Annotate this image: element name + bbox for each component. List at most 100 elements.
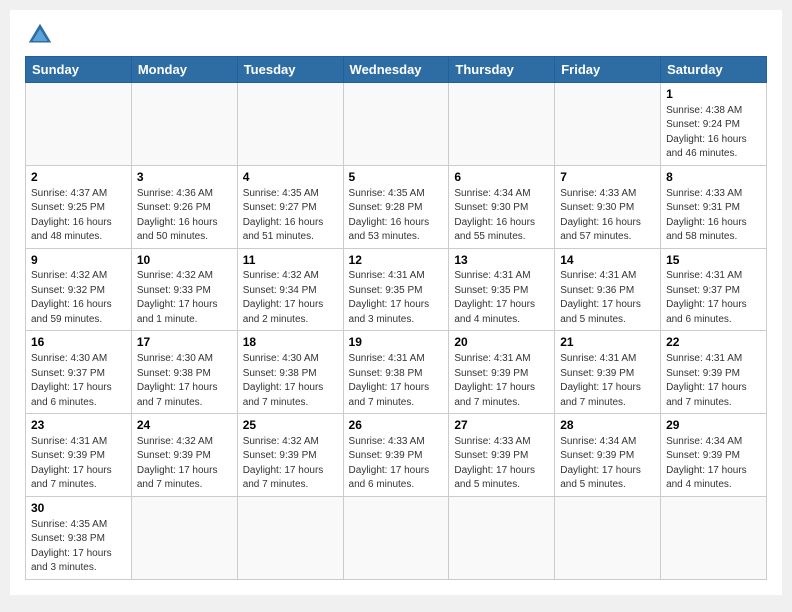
calendar-day-cell: 24Sunrise: 4:32 AM Sunset: 9:39 PM Dayli… — [131, 414, 237, 497]
day-info: Sunrise: 4:30 AM Sunset: 9:38 PM Dayligh… — [243, 352, 338, 410]
day-number: 24 — [137, 417, 232, 434]
calendar-day-cell — [26, 83, 132, 166]
day-info: Sunrise: 4:31 AM Sunset: 9:35 PM Dayligh… — [349, 269, 444, 327]
day-info: Sunrise: 4:31 AM Sunset: 9:39 PM Dayligh… — [31, 435, 126, 493]
day-number: 26 — [349, 417, 444, 434]
calendar-day-cell: 23Sunrise: 4:31 AM Sunset: 9:39 PM Dayli… — [26, 414, 132, 497]
weekday-header: SundayMondayTuesdayWednesdayThursdayFrid… — [26, 57, 767, 83]
calendar-day-cell — [449, 496, 555, 579]
calendar-day-cell: 5Sunrise: 4:35 AM Sunset: 9:28 PM Daylig… — [343, 165, 449, 248]
day-number: 21 — [560, 334, 655, 351]
day-info: Sunrise: 4:32 AM Sunset: 9:32 PM Dayligh… — [31, 269, 126, 327]
calendar-day-cell: 17Sunrise: 4:30 AM Sunset: 9:38 PM Dayli… — [131, 331, 237, 414]
day-number: 15 — [666, 252, 761, 269]
day-info: Sunrise: 4:35 AM Sunset: 9:28 PM Dayligh… — [349, 187, 444, 245]
calendar-day-cell: 22Sunrise: 4:31 AM Sunset: 9:39 PM Dayli… — [661, 331, 767, 414]
calendar-day-cell: 28Sunrise: 4:34 AM Sunset: 9:39 PM Dayli… — [555, 414, 661, 497]
day-info: Sunrise: 4:30 AM Sunset: 9:37 PM Dayligh… — [31, 352, 126, 410]
day-number: 22 — [666, 334, 761, 351]
calendar-day-cell — [131, 496, 237, 579]
day-info: Sunrise: 4:31 AM Sunset: 9:39 PM Dayligh… — [560, 352, 655, 410]
day-info: Sunrise: 4:32 AM Sunset: 9:39 PM Dayligh… — [137, 435, 232, 493]
day-info: Sunrise: 4:32 AM Sunset: 9:33 PM Dayligh… — [137, 269, 232, 327]
weekday-header-cell: Monday — [131, 57, 237, 83]
calendar-day-cell: 20Sunrise: 4:31 AM Sunset: 9:39 PM Dayli… — [449, 331, 555, 414]
day-number: 11 — [243, 252, 338, 269]
day-number: 6 — [454, 169, 549, 186]
day-info: Sunrise: 4:31 AM Sunset: 9:35 PM Dayligh… — [454, 269, 549, 327]
calendar-day-cell: 1Sunrise: 4:38 AM Sunset: 9:24 PM Daylig… — [661, 83, 767, 166]
day-info: Sunrise: 4:31 AM Sunset: 9:38 PM Dayligh… — [349, 352, 444, 410]
day-number: 25 — [243, 417, 338, 434]
day-number: 27 — [454, 417, 549, 434]
day-info: Sunrise: 4:33 AM Sunset: 9:31 PM Dayligh… — [666, 187, 761, 245]
calendar-day-cell: 30Sunrise: 4:35 AM Sunset: 9:38 PM Dayli… — [26, 496, 132, 579]
calendar-day-cell — [555, 496, 661, 579]
logo — [25, 20, 59, 50]
calendar-week-row: 9Sunrise: 4:32 AM Sunset: 9:32 PM Daylig… — [26, 248, 767, 331]
calendar-day-cell: 4Sunrise: 4:35 AM Sunset: 9:27 PM Daylig… — [237, 165, 343, 248]
weekday-header-cell: Friday — [555, 57, 661, 83]
calendar-day-cell: 19Sunrise: 4:31 AM Sunset: 9:38 PM Dayli… — [343, 331, 449, 414]
day-number: 28 — [560, 417, 655, 434]
calendar-day-cell: 8Sunrise: 4:33 AM Sunset: 9:31 PM Daylig… — [661, 165, 767, 248]
calendar-day-cell — [237, 83, 343, 166]
calendar-day-cell: 21Sunrise: 4:31 AM Sunset: 9:39 PM Dayli… — [555, 331, 661, 414]
day-number: 7 — [560, 169, 655, 186]
day-number: 9 — [31, 252, 126, 269]
day-info: Sunrise: 4:37 AM Sunset: 9:25 PM Dayligh… — [31, 187, 126, 245]
weekday-header-cell: Tuesday — [237, 57, 343, 83]
day-number: 3 — [137, 169, 232, 186]
calendar-day-cell: 6Sunrise: 4:34 AM Sunset: 9:30 PM Daylig… — [449, 165, 555, 248]
day-number: 30 — [31, 500, 126, 517]
calendar-table: SundayMondayTuesdayWednesdayThursdayFrid… — [25, 56, 767, 580]
calendar-day-cell: 2Sunrise: 4:37 AM Sunset: 9:25 PM Daylig… — [26, 165, 132, 248]
day-info: Sunrise: 4:31 AM Sunset: 9:37 PM Dayligh… — [666, 269, 761, 327]
day-number: 10 — [137, 252, 232, 269]
day-info: Sunrise: 4:31 AM Sunset: 9:36 PM Dayligh… — [560, 269, 655, 327]
day-info: Sunrise: 4:34 AM Sunset: 9:30 PM Dayligh… — [454, 187, 549, 245]
calendar-day-cell: 10Sunrise: 4:32 AM Sunset: 9:33 PM Dayli… — [131, 248, 237, 331]
day-info: Sunrise: 4:38 AM Sunset: 9:24 PM Dayligh… — [666, 104, 761, 162]
day-number: 4 — [243, 169, 338, 186]
day-info: Sunrise: 4:33 AM Sunset: 9:30 PM Dayligh… — [560, 187, 655, 245]
calendar-day-cell — [661, 496, 767, 579]
calendar-day-cell: 29Sunrise: 4:34 AM Sunset: 9:39 PM Dayli… — [661, 414, 767, 497]
day-info: Sunrise: 4:35 AM Sunset: 9:38 PM Dayligh… — [31, 518, 126, 576]
calendar-week-row: 23Sunrise: 4:31 AM Sunset: 9:39 PM Dayli… — [26, 414, 767, 497]
calendar-day-cell — [555, 83, 661, 166]
calendar-week-row: 1Sunrise: 4:38 AM Sunset: 9:24 PM Daylig… — [26, 83, 767, 166]
weekday-header-cell: Saturday — [661, 57, 767, 83]
calendar-day-cell: 16Sunrise: 4:30 AM Sunset: 9:37 PM Dayli… — [26, 331, 132, 414]
day-info: Sunrise: 4:34 AM Sunset: 9:39 PM Dayligh… — [560, 435, 655, 493]
calendar-day-cell: 7Sunrise: 4:33 AM Sunset: 9:30 PM Daylig… — [555, 165, 661, 248]
day-info: Sunrise: 4:35 AM Sunset: 9:27 PM Dayligh… — [243, 187, 338, 245]
calendar-day-cell — [343, 83, 449, 166]
day-info: Sunrise: 4:32 AM Sunset: 9:34 PM Dayligh… — [243, 269, 338, 327]
day-info: Sunrise: 4:36 AM Sunset: 9:26 PM Dayligh… — [137, 187, 232, 245]
day-number: 20 — [454, 334, 549, 351]
calendar-day-cell: 27Sunrise: 4:33 AM Sunset: 9:39 PM Dayli… — [449, 414, 555, 497]
calendar-day-cell — [449, 83, 555, 166]
day-number: 13 — [454, 252, 549, 269]
weekday-header-cell: Wednesday — [343, 57, 449, 83]
calendar-day-cell: 14Sunrise: 4:31 AM Sunset: 9:36 PM Dayli… — [555, 248, 661, 331]
day-number: 14 — [560, 252, 655, 269]
calendar-body: 1Sunrise: 4:38 AM Sunset: 9:24 PM Daylig… — [26, 83, 767, 580]
calendar-week-row: 2Sunrise: 4:37 AM Sunset: 9:25 PM Daylig… — [26, 165, 767, 248]
day-number: 23 — [31, 417, 126, 434]
header-area — [25, 20, 767, 50]
day-number: 12 — [349, 252, 444, 269]
day-number: 16 — [31, 334, 126, 351]
day-info: Sunrise: 4:32 AM Sunset: 9:39 PM Dayligh… — [243, 435, 338, 493]
weekday-header-cell: Thursday — [449, 57, 555, 83]
day-number: 29 — [666, 417, 761, 434]
day-info: Sunrise: 4:31 AM Sunset: 9:39 PM Dayligh… — [666, 352, 761, 410]
day-number: 1 — [666, 86, 761, 103]
calendar-week-row: 16Sunrise: 4:30 AM Sunset: 9:37 PM Dayli… — [26, 331, 767, 414]
day-info: Sunrise: 4:31 AM Sunset: 9:39 PM Dayligh… — [454, 352, 549, 410]
calendar-day-cell: 12Sunrise: 4:31 AM Sunset: 9:35 PM Dayli… — [343, 248, 449, 331]
logo-icon — [25, 20, 55, 50]
day-number: 8 — [666, 169, 761, 186]
day-info: Sunrise: 4:33 AM Sunset: 9:39 PM Dayligh… — [349, 435, 444, 493]
